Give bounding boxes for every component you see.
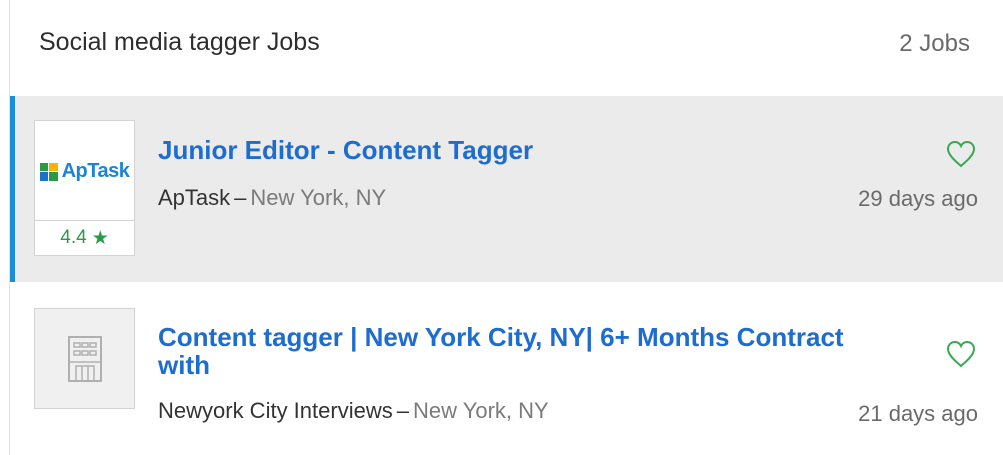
heart-icon <box>946 340 976 368</box>
company-rating: 4.4 ★ <box>35 220 134 255</box>
company-location: ApTask – New York, NY <box>158 185 386 211</box>
building-icon <box>35 309 134 408</box>
results-count: 2 Jobs <box>899 30 970 57</box>
selected-indicator <box>10 96 15 282</box>
logo-mark-icon <box>39 162 58 181</box>
company-logo[interactable] <box>34 308 135 409</box>
job-title-link[interactable]: Content tagger | New York City, NY| 6+ M… <box>158 323 858 379</box>
save-job-button[interactable] <box>946 140 976 168</box>
job-title-link[interactable]: Junior Editor - Content Tagger <box>158 136 533 164</box>
posted-date: 21 days ago <box>858 401 978 426</box>
company-name: Newyork City Interviews <box>158 398 393 423</box>
heart-icon <box>946 140 976 168</box>
company-location: Newyork City Interviews – New York, NY <box>158 398 549 424</box>
job-card-1[interactable]: ApTask 4.4 ★ Junior Editor - Content Tag… <box>10 96 1003 282</box>
separator: – <box>234 185 247 210</box>
job-location: New York, NY <box>412 398 549 423</box>
company-name: ApTask <box>158 185 231 210</box>
logo-text: ApTask <box>61 160 130 182</box>
separator: – <box>396 398 409 423</box>
company-logo[interactable]: ApTask 4.4 ★ <box>34 120 135 256</box>
job-location: New York, NY <box>250 185 387 210</box>
job-card-2[interactable]: Content tagger | New York City, NY| 6+ M… <box>10 284 1003 455</box>
posted-date: 29 days ago <box>858 186 978 211</box>
aptask-logo: ApTask <box>39 160 130 183</box>
save-job-button[interactable] <box>946 340 976 368</box>
results-header: Social media tagger Jobs 2 Jobs <box>10 0 1003 95</box>
results-title: Social media tagger Jobs <box>39 28 320 56</box>
star-icon: ★ <box>91 227 109 249</box>
rating-value: 4.4 <box>60 227 87 248</box>
